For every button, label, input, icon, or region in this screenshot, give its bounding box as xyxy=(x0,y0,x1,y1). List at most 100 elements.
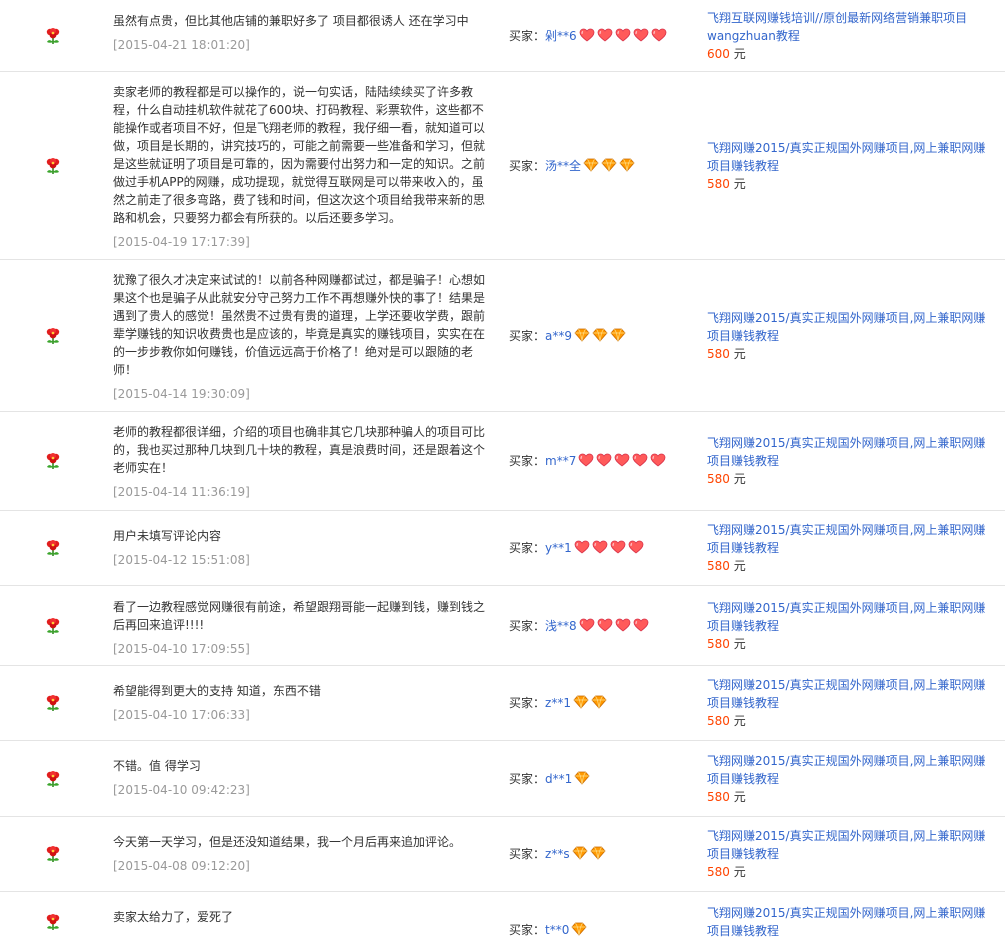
buyer-info: 买家：z**s xyxy=(509,844,608,864)
currency-label: 元 xyxy=(733,176,746,191)
item-title-link[interactable]: 飞翔网赚2015/真实正规国外网赚项目,网上兼职网赚项目赚钱教程 xyxy=(707,827,987,863)
item-title-link[interactable]: 飞翔网赚2015/真实正规国外网赚项目,网上兼职网赚项目赚钱教程 xyxy=(707,599,987,635)
review-date: [2015-04-10 09:42:23] xyxy=(113,783,250,797)
item-price: 580 xyxy=(707,789,730,804)
review-row: 看了一边教程感觉网赚很有前途，希望跟翔哥能一起赚到钱，赚到钱之后再回来追评!!!… xyxy=(0,586,1005,666)
item-price: 580 xyxy=(707,176,730,191)
buyer-label: 买家： xyxy=(509,696,546,710)
review-row: 今天第一天学习，但是还没知道结果，我一个月后再来追加评论。 [2015-04-0… xyxy=(0,817,1005,892)
item-title-link[interactable]: 飞翔网赚2015/真实正规国外网赚项目,网上兼职网赚项目赚钱教程 xyxy=(707,521,987,557)
buyer-name[interactable]: t**0 xyxy=(545,923,569,937)
price-line: 580 元 xyxy=(707,863,987,881)
buyer-info: 买家：y**1 xyxy=(509,538,646,558)
review-text: 希望能得到更大的支持 知道，东西不错 xyxy=(113,684,321,698)
buyer-label: 买家： xyxy=(509,541,546,555)
buyer-label: 买家： xyxy=(509,158,546,173)
buyer-name[interactable]: m**7 xyxy=(545,454,576,468)
buyer-name[interactable]: y**1 xyxy=(545,541,572,555)
currency-label: 元 xyxy=(733,559,746,573)
flower-icon xyxy=(44,617,62,635)
buyer-level xyxy=(573,695,609,715)
heart-icon xyxy=(633,28,649,42)
diamond-icon xyxy=(571,922,587,936)
item-title-link[interactable]: 飞翔网赚2015/真实正规国外网赚项目,网上兼职网赚项目赚钱教程 xyxy=(707,752,987,788)
buyer-name[interactable]: 浅**8 xyxy=(545,619,577,633)
item-price: 580 xyxy=(707,346,730,361)
heart-icon xyxy=(615,28,631,42)
heart-icon xyxy=(578,453,594,467)
review-row: 希望能得到更大的支持 知道，东西不错 [2015-04-10 17:06:33]… xyxy=(0,666,1005,741)
buyer-name[interactable]: z**s xyxy=(545,847,570,861)
item-info: 飞翔网赚2015/真实正规国外网赚项目,网上兼职网赚项目赚钱教程 580 元 xyxy=(707,676,987,730)
item-price: 580 xyxy=(707,636,730,651)
review-date: [2015-04-10 17:06:33] xyxy=(113,708,250,722)
item-price: 600 xyxy=(707,46,730,61)
price-line: 600 元 xyxy=(707,45,987,63)
buyer-level xyxy=(579,28,669,48)
flower-icon xyxy=(44,770,62,788)
buyer-info: 买家：剁**6 xyxy=(509,26,669,46)
price-line: 580 元 xyxy=(707,788,987,806)
buyer-label: 买家： xyxy=(509,28,546,43)
heart-icon xyxy=(610,540,626,554)
diamond-icon xyxy=(601,158,617,172)
buyer-info: 买家：浅**8 xyxy=(509,616,651,636)
review-content: 老师的教程都很详细，介绍的项目也确非其它几块那种骗人的项目可比的，我也买过那种几… xyxy=(113,423,488,501)
buyer-name[interactable]: 汤**全 xyxy=(545,159,581,173)
buyer-label: 买家： xyxy=(509,454,546,468)
buyer-info: 买家：a**9 xyxy=(509,326,628,346)
heart-icon xyxy=(615,618,631,632)
buyer-level xyxy=(574,328,628,348)
heart-icon xyxy=(574,540,590,554)
item-info: 飞翔网赚2015/真实正规国外网赚项目,网上兼职网赚项目赚钱教程 580 元 xyxy=(707,434,987,488)
heart-icon xyxy=(633,618,649,632)
item-title-link[interactable]: 飞翔网赚2015/真实正规国外网赚项目,网上兼职网赚项目赚钱教程 xyxy=(707,434,987,470)
flower-icon xyxy=(44,27,62,45)
diamond-icon xyxy=(574,328,590,342)
item-title-link[interactable]: 飞翔网赚2015/真实正规国外网赚项目,网上兼职网赚项目赚钱教程 xyxy=(707,676,987,712)
buyer-info: 买家：t**0 xyxy=(509,920,589,940)
review-content: 卖家老师的教程都是可以操作的，说一句实话，陆陆续续买了许多教程，什么自动挂机软件… xyxy=(113,83,488,251)
item-title-link[interactable]: 飞翔网赚2015/真实正规国外网赚项目,网上兼职网赚项目赚钱教程 xyxy=(707,139,987,175)
price-line: 580 元 xyxy=(707,635,987,653)
review-date: [2015-04-14 19:30:09] xyxy=(113,387,250,401)
buyer-name[interactable]: 剁**6 xyxy=(545,29,577,43)
item-price: 580 xyxy=(707,472,730,486)
buyer-label: 买家： xyxy=(509,923,546,937)
review-content: 用户未填写评论内容 [2015-04-12 15:51:08] xyxy=(113,527,488,569)
heart-icon xyxy=(628,540,644,554)
item-price: 580 xyxy=(707,559,730,573)
flower-icon xyxy=(44,327,62,345)
review-row: 卖家老师的教程都是可以操作的，说一句实话，陆陆续续买了许多教程，什么自动挂机软件… xyxy=(0,72,1005,260)
currency-label: 元 xyxy=(733,472,746,486)
price-line: 580 元 xyxy=(707,470,987,488)
review-row: 虽然有点贵，但比其他店铺的兼职好多了 项目都很诱人 还在学习中 [2015-04… xyxy=(0,0,1005,72)
heart-icon xyxy=(597,618,613,632)
buyer-label: 买家： xyxy=(509,847,546,861)
flower-icon xyxy=(44,452,62,470)
review-text: 今天第一天学习，但是还没知道结果，我一个月后再来追加评论。 xyxy=(113,835,462,849)
item-info: 飞翔网赚2015/真实正规国外网赚项目,网上兼职网赚项目赚钱教程 580 元 xyxy=(707,827,987,881)
heart-icon xyxy=(579,618,595,632)
item-title-link[interactable]: 飞翔网赚2015/真实正规国外网赚项目,网上兼职网赚项目赚钱教程 xyxy=(707,309,987,345)
item-title-link[interactable]: 飞翔网赚2015/真实正规国外网赚项目,网上兼职网赚项目赚钱教程 xyxy=(707,904,987,940)
review-row: 不错。值 得学习 [2015-04-10 09:42:23] 买家：d**1 飞… xyxy=(0,741,1005,817)
buyer-level xyxy=(572,846,608,866)
buyer-label: 买家： xyxy=(509,771,546,786)
buyer-name[interactable]: a**9 xyxy=(545,329,572,343)
review-date: [2015-04-14 11:36:19] xyxy=(113,485,250,499)
flower-icon xyxy=(44,845,62,863)
price-line: 580 元 xyxy=(707,345,987,363)
buyer-name[interactable]: d**1 xyxy=(545,772,572,786)
buyer-label: 买家： xyxy=(509,328,546,343)
review-text: 卖家太给力了，爱死了 xyxy=(113,910,234,924)
review-date: [2015-04-21 18:01:20] xyxy=(113,38,250,52)
review-content: 卖家太给力了，爱死了 xyxy=(113,908,488,932)
item-price: 580 xyxy=(707,714,730,728)
buyer-name[interactable]: z**1 xyxy=(545,696,571,710)
item-info: 飞翔网赚2015/真实正规国外网赚项目,网上兼职网赚项目赚钱教程 580 元 xyxy=(707,309,987,363)
currency-label: 元 xyxy=(733,714,746,728)
heart-icon xyxy=(651,28,667,42)
buyer-info: 买家：汤**全 xyxy=(509,156,637,176)
item-title-link[interactable]: 飞翔互联网赚钱培训//原创最新网络营销兼职项目wangzhuan教程 xyxy=(707,9,987,45)
